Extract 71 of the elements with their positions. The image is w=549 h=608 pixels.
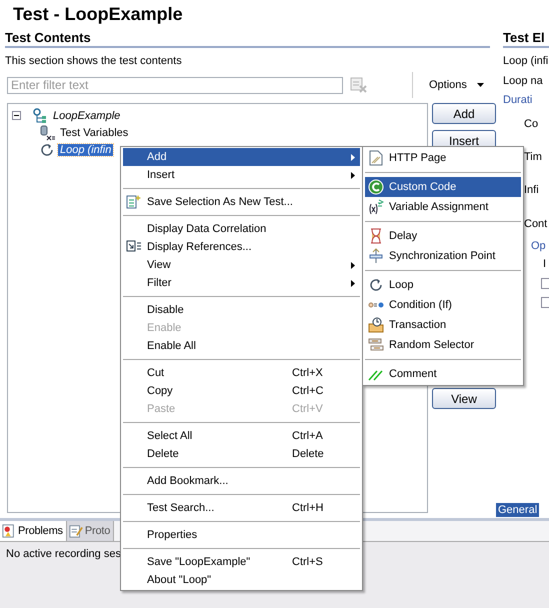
problems-icon bbox=[2, 524, 16, 538]
menu-item[interactable]: Test Search... Ctrl+H bbox=[123, 499, 360, 517]
save-selection-icon bbox=[126, 194, 142, 210]
menu-item[interactable]: Insert bbox=[123, 166, 360, 184]
dropdown-arrow-icon bbox=[476, 83, 484, 87]
menu-item[interactable]: Properties bbox=[123, 526, 360, 544]
clear-filter-icon[interactable] bbox=[350, 77, 368, 93]
group-title: Op bbox=[531, 240, 546, 252]
menu-item[interactable]: Cut Ctrl+X bbox=[123, 364, 360, 382]
radio-label: Infi bbox=[524, 184, 539, 196]
action-button[interactable]: Add bbox=[432, 103, 496, 124]
menu-item[interactable]: Random Selector bbox=[365, 335, 521, 355]
filter-field[interactable]: Enter filter text bbox=[7, 76, 343, 94]
group-title: Durati bbox=[503, 94, 534, 106]
element-summary: Loop (infi bbox=[503, 55, 549, 67]
custom-code-icon bbox=[368, 179, 384, 195]
hourglass-icon bbox=[368, 228, 384, 244]
variable-icon bbox=[368, 199, 384, 215]
menu-item[interactable]: Save "LoopExample" Ctrl+S bbox=[123, 553, 360, 571]
menu-item[interactable]: Add Bookmark... bbox=[123, 472, 360, 490]
transaction-icon bbox=[368, 317, 384, 333]
menu-item[interactable]: Disable bbox=[123, 301, 360, 319]
options-menu[interactable]: Options bbox=[429, 79, 484, 91]
collapse-toggle[interactable] bbox=[12, 111, 21, 120]
tree-item[interactable]: Loop (infin bbox=[58, 144, 114, 156]
page-icon bbox=[368, 150, 384, 166]
random-selector-icon bbox=[368, 337, 384, 353]
sync-icon bbox=[368, 248, 384, 264]
menu-item[interactable]: Transaction bbox=[365, 315, 521, 335]
menu-item[interactable]: View bbox=[123, 256, 360, 274]
field-label: Loop na bbox=[503, 75, 544, 87]
action-button[interactable]: View bbox=[432, 388, 496, 409]
menu-item[interactable]: Delete Delete bbox=[123, 445, 360, 463]
tree-item[interactable]: Test Variables bbox=[58, 126, 130, 138]
view-tab[interactable]: Proto bbox=[66, 521, 114, 541]
radio-label: Co bbox=[524, 118, 538, 130]
radio-label: Tim bbox=[524, 151, 542, 163]
menu-item[interactable]: HTTP Page bbox=[365, 148, 521, 168]
protocol-icon bbox=[68, 524, 83, 538]
menu-item[interactable]: Select All Ctrl+A bbox=[123, 427, 360, 445]
menu-item[interactable]: Save Selection As New Test... bbox=[123, 193, 360, 211]
menu-item[interactable]: Loop bbox=[365, 275, 521, 295]
checkbox[interactable] bbox=[541, 297, 549, 308]
loop-icon bbox=[368, 277, 384, 293]
status-message: No active recording ses bbox=[6, 548, 121, 560]
section-description: This section shows the test contents bbox=[5, 55, 183, 67]
section-label: Cont bbox=[524, 218, 548, 230]
menu-item[interactable]: Filter bbox=[123, 274, 360, 292]
menu-item[interactable]: Synchronization Point bbox=[365, 246, 521, 266]
section-heading: Test Contents bbox=[5, 30, 490, 48]
menu-item[interactable]: About "Loop" bbox=[123, 571, 360, 589]
loop-icon bbox=[39, 142, 55, 158]
variables-icon bbox=[39, 124, 55, 140]
field-label: I bbox=[543, 258, 546, 270]
test-icon bbox=[32, 108, 48, 124]
checkbox[interactable] bbox=[541, 278, 549, 289]
menu-item[interactable]: Display References... bbox=[123, 238, 360, 256]
menu-item[interactable]: Variable Assignment bbox=[365, 197, 521, 217]
editor-title: Test - LoopExample bbox=[12, 3, 184, 26]
general-tab[interactable]: General bbox=[496, 503, 540, 517]
menu-item[interactable]: Condition (If) bbox=[365, 295, 521, 315]
menu-item[interactable]: Copy Ctrl+C bbox=[123, 382, 360, 400]
section-heading: Test El bbox=[503, 30, 549, 48]
menu-item[interactable]: Custom Code bbox=[365, 177, 521, 197]
tree-item[interactable]: LoopExample bbox=[51, 110, 122, 122]
menu-item[interactable]: Enable All bbox=[123, 337, 360, 355]
view-tab[interactable]: Problems bbox=[0, 521, 67, 541]
menu-item[interactable]: Display Data Correlation bbox=[123, 220, 360, 238]
menu-item[interactable]: Comment bbox=[365, 364, 521, 384]
menu-item[interactable]: Delay bbox=[365, 226, 521, 246]
menu-item[interactable]: Add bbox=[123, 148, 360, 166]
